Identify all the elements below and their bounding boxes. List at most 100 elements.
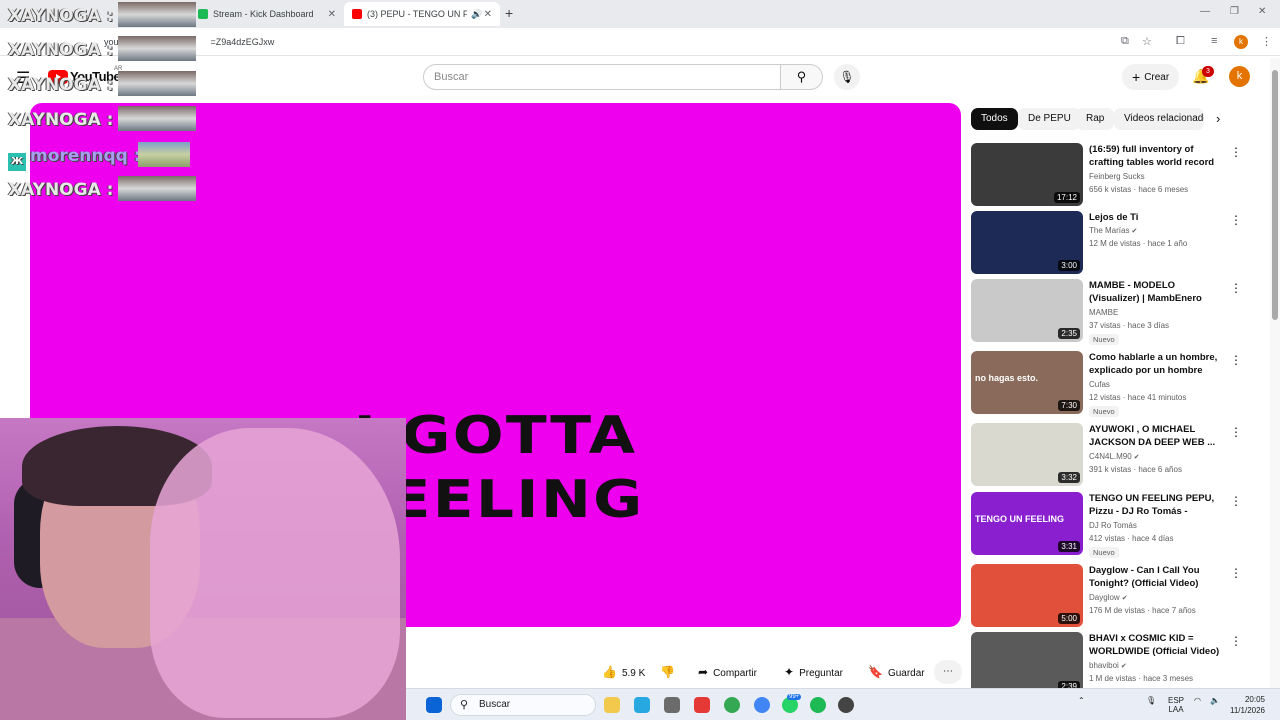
channel-name[interactable]: Dayglow ✔ — [1089, 593, 1128, 602]
chevron-right-icon[interactable]: › — [1216, 111, 1220, 126]
video-meta: 176 M de vistas · hace 7 años — [1089, 606, 1196, 615]
wifi-icon[interactable]: ◠ — [1194, 696, 1201, 705]
windows-start-icon[interactable] — [426, 697, 442, 713]
search-input[interactable]: Buscar — [423, 64, 781, 90]
channel-name[interactable]: Feinberg Sucks — [1089, 172, 1145, 181]
save-button[interactable]: 🔖 Guardar — [860, 660, 933, 684]
taskbar-search[interactable]: ⚲ Buscar — [450, 694, 596, 716]
video-thumbnail[interactable]: TENGO UN FEELING 3:31 — [971, 492, 1083, 555]
close-icon[interactable]: ✕ — [484, 9, 492, 20]
video-title[interactable]: AYUWOKI , O MICHAEL JACKSON DA DEEP WEB … — [1089, 423, 1227, 449]
media-control-icon[interactable]: ≡ — [1211, 35, 1217, 47]
more-horizontal-icon: ⋯ — [943, 666, 953, 677]
channel-label: Feinberg Sucks — [1089, 172, 1145, 181]
video-thumbnail[interactable]: 3:32 — [971, 423, 1083, 486]
share-label: Compartir — [713, 668, 757, 679]
channel-name[interactable]: MAMBE — [1089, 308, 1118, 317]
video-title[interactable]: Como hablarle a un hombre, explicado por… — [1089, 351, 1227, 377]
recommendation-item[interactable]: 3:32 AYUWOKI , O MICHAEL JACKSON DA DEEP … — [971, 423, 1261, 487]
page-scrollbar[interactable] — [1270, 58, 1280, 688]
webcam-hand — [150, 428, 400, 718]
chip-todos[interactable]: Todos — [971, 108, 1018, 130]
share-button[interactable]: ➦ Compartir — [690, 660, 765, 684]
more-vertical-icon[interactable]: ⋮ — [1230, 494, 1242, 508]
chip-de-pepu[interactable]: De PEPU — [1018, 108, 1081, 130]
maximize-icon[interactable]: ❐ — [1230, 6, 1239, 17]
scrollbar-thumb[interactable] — [1272, 70, 1278, 320]
like-button[interactable]: 👍 5.9 K — [594, 660, 654, 684]
language-indicator[interactable]: ESP LAA — [1168, 696, 1184, 714]
obs-icon[interactable] — [838, 697, 854, 713]
ask-button[interactable]: ✦ Preguntar — [776, 660, 851, 684]
recommendation-item[interactable]: 3:00 Lejos de Ti The Marías ✔ 12 M de vistas… — [971, 211, 1261, 275]
bookmark-star-icon[interactable]: ☆ — [1142, 35, 1152, 48]
close-icon[interactable]: ✕ — [328, 9, 336, 20]
channel-name[interactable]: bhaviboi ✔ — [1089, 661, 1127, 670]
voice-search-button[interactable]: 🎙 — [834, 64, 860, 90]
video-thumbnail[interactable]: 2:35 — [971, 279, 1083, 342]
spotify-icon[interactable] — [810, 697, 826, 713]
recommendation-item[interactable]: 17:12 (16:59) full inventory of crafting … — [971, 143, 1261, 207]
url-end: =Z9a4dzEGJxw — [210, 37, 275, 47]
browser-profile-avatar[interactable]: k — [1234, 35, 1248, 49]
search-button[interactable]: ⚲ — [781, 64, 823, 90]
store-icon[interactable] — [664, 697, 680, 713]
more-vertical-icon[interactable]: ⋮ — [1230, 145, 1242, 159]
tab-kick-dashboard[interactable]: Stream - Kick Dashboard ✕ — [190, 2, 344, 26]
video-title[interactable]: Lejos de Ti — [1089, 211, 1227, 224]
chip-rap[interactable]: Rap — [1076, 108, 1115, 130]
chip-videos-relacionados[interactable]: Videos relacionado — [1114, 108, 1204, 130]
recommendation-item[interactable]: 2:39 BHAVI x COSMIC KID = WORLDWIDE (Offi… — [971, 632, 1261, 696]
video-thumbnail[interactable]: 17:12 — [971, 143, 1083, 206]
tab-label: (3) PEPU - TENGO UN FEEL — [367, 9, 467, 19]
window-close-icon[interactable]: ✕ — [1258, 6, 1266, 17]
language-code: ESP — [1168, 696, 1185, 705]
extensions-icon[interactable]: ⧠ — [1176, 35, 1185, 48]
cast-icon[interactable]: ⧉ — [1121, 35, 1129, 48]
office-icon[interactable] — [694, 697, 710, 713]
recommendation-item[interactable]: 5:00 Dayglow - Can I Call You Tonight? (O… — [971, 564, 1261, 628]
video-title[interactable]: MAMBE - MODELO (Visualizer) | MambEnero — [1089, 279, 1227, 305]
microphone-icon[interactable]: 🎙 — [1146, 696, 1156, 705]
chat-emote — [118, 71, 196, 96]
browser-menu-icon[interactable]: ⋮ — [1261, 35, 1272, 48]
dislike-button[interactable]: 👎 — [652, 660, 688, 684]
more-vertical-icon[interactable]: ⋮ — [1230, 566, 1242, 580]
volume-icon[interactable]: 🔈 — [1210, 696, 1220, 705]
create-button[interactable]: + Crear — [1122, 64, 1180, 90]
new-tab-icon[interactable]: + — [505, 5, 513, 21]
channel-name[interactable]: C4N4L.M90 ✔ — [1089, 452, 1140, 461]
file-explorer-icon[interactable] — [604, 697, 620, 713]
video-thumbnail[interactable]: 2:39 — [971, 632, 1083, 695]
recommendation-item[interactable]: TENGO UN FEELING 3:31 TENGO UN FEELING PEP… — [971, 492, 1261, 558]
video-thumbnail[interactable]: 3:00 — [971, 211, 1083, 274]
video-title[interactable]: BHAVI x COSMIC KID = WORLDWIDE (Official… — [1089, 632, 1227, 658]
recommendation-item[interactable]: no hagas esto. 7:30 Como hablarle a un hom… — [971, 351, 1261, 417]
tray-expand-icon[interactable]: ⌃ — [1078, 696, 1085, 705]
chrome-profile-icon[interactable] — [754, 697, 770, 713]
video-title[interactable]: Dayglow - Can I Call You Tonight? (Offic… — [1089, 564, 1227, 590]
more-vertical-icon[interactable]: ⋮ — [1230, 634, 1242, 648]
more-actions-button[interactable]: ⋯ — [934, 660, 962, 684]
channel-name[interactable]: DJ Ro Tomás — [1089, 521, 1137, 530]
chrome-icon[interactable] — [724, 697, 740, 713]
channel-label: bhaviboi — [1089, 661, 1119, 670]
channel-name[interactable]: The Marías ✔ — [1089, 226, 1137, 235]
taskbar-clock[interactable]: 20:05 11/1/2026 — [1230, 694, 1265, 716]
more-vertical-icon[interactable]: ⋮ — [1230, 281, 1242, 295]
app-icon[interactable] — [634, 697, 650, 713]
video-thumbnail[interactable]: no hagas esto. 7:30 — [971, 351, 1083, 414]
more-vertical-icon[interactable]: ⋮ — [1230, 353, 1242, 367]
more-vertical-icon[interactable]: ⋮ — [1230, 425, 1242, 439]
video-title[interactable]: (16:59) full inventory of crafting table… — [1089, 143, 1227, 169]
more-vertical-icon[interactable]: ⋮ — [1230, 213, 1242, 227]
channel-name[interactable]: Cufas — [1089, 380, 1110, 389]
speaker-icon[interactable]: 🔊 — [471, 9, 482, 20]
minimize-icon[interactable]: — — [1200, 6, 1210, 17]
avatar[interactable]: k — [1229, 66, 1250, 87]
duration-badge: 3:31 — [1058, 541, 1080, 552]
recommendation-item[interactable]: 2:35 MAMBE - MODELO (Visualizer) | MambEn… — [971, 279, 1261, 345]
video-title[interactable]: TENGO UN FEELING PEPU, Pizzu - DJ Ro Tom… — [1089, 492, 1227, 518]
video-thumbnail[interactable]: 5:00 — [971, 564, 1083, 627]
tab-youtube[interactable]: (3) PEPU - TENGO UN FEEL 🔊 ✕ — [344, 2, 500, 26]
